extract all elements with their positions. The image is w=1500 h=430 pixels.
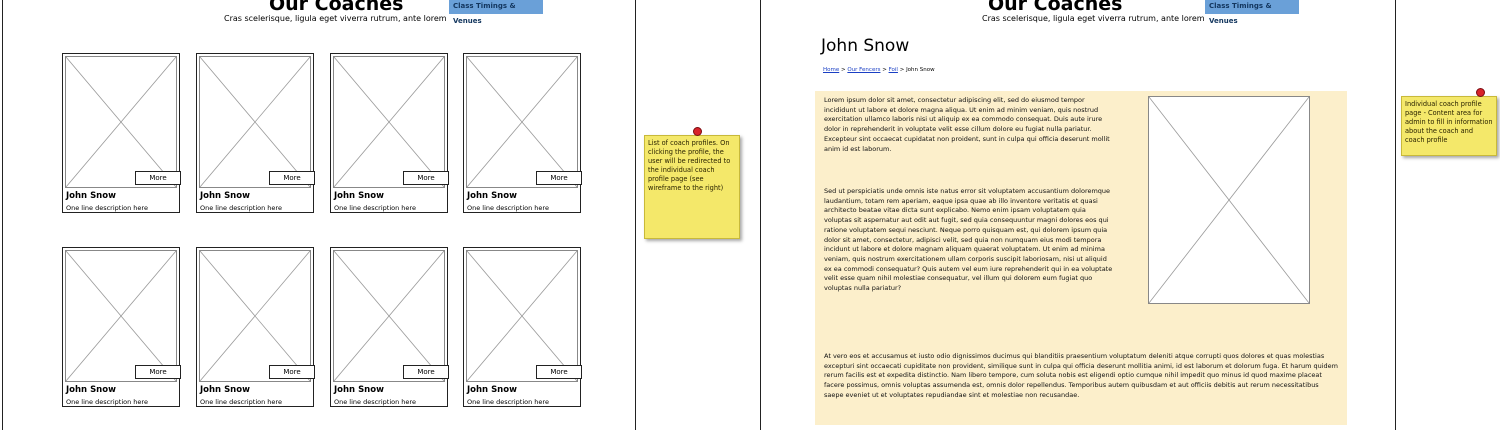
profile-content-area: Lorem ipsum dolor sit amet, consectetur … xyxy=(815,91,1347,425)
nav-tab-class-timings[interactable]: Class Timings & Venues xyxy=(449,0,543,25)
more-button[interactable]: More xyxy=(403,171,449,185)
coach-description: One line description here xyxy=(200,204,282,212)
more-button[interactable]: More xyxy=(536,365,582,379)
coach-name: John Snow xyxy=(334,191,384,201)
coach-description: One line description here xyxy=(467,204,549,212)
pin-icon xyxy=(693,127,702,136)
coach-description: One line description here xyxy=(66,398,148,406)
coach-photo-placeholder xyxy=(65,250,177,382)
coach-photo-placeholder xyxy=(466,250,578,382)
coach-photo-placeholder xyxy=(466,56,578,188)
coach-profile-name: John Snow xyxy=(821,36,910,56)
more-button[interactable]: More xyxy=(269,171,315,185)
breadcrumb-separator: > xyxy=(897,67,907,73)
coach-list-wireframe: Our Coaches Cras scelerisque, ligula ege… xyxy=(2,0,636,430)
coach-description: One line description here xyxy=(334,398,416,406)
annotation-note-coach-profile: Individual coach profile page - Content … xyxy=(1401,96,1497,156)
coach-card[interactable]: More John Snow One line description here xyxy=(196,247,315,407)
coach-name: John Snow xyxy=(467,191,517,201)
page-subtitle: Cras scelerisque, ligula eget viverra ru… xyxy=(982,14,1205,23)
coach-name: John Snow xyxy=(66,191,116,201)
nav-tab-class-timings[interactable]: Class Timings & Venues xyxy=(1205,0,1299,25)
coach-card[interactable]: More John Snow One line description here xyxy=(463,53,582,213)
coach-name: John Snow xyxy=(334,385,384,395)
page-title: Our Coaches xyxy=(988,0,1123,15)
breadcrumb-home-link[interactable]: Home xyxy=(823,67,839,73)
coach-card[interactable]: More John Snow One line description here xyxy=(463,247,582,407)
annotation-note-coach-list: List of coach profiles. On clicking the … xyxy=(644,135,740,239)
more-button[interactable]: More xyxy=(135,171,181,185)
breadcrumb-foil-link[interactable]: Foil xyxy=(889,67,898,73)
coach-name: John Snow xyxy=(200,385,250,395)
coach-card[interactable]: More John Snow One line description here xyxy=(196,53,315,213)
breadcrumb-current: John Snow xyxy=(906,67,935,73)
coach-photo-placeholder xyxy=(1148,96,1310,304)
page-subtitle: Cras scelerisque, ligula eget viverra ru… xyxy=(224,14,447,23)
coach-profile-wireframe: Our Coaches Cras scelerisque, ligula ege… xyxy=(760,0,1396,430)
coach-card[interactable]: More John Snow One line description here xyxy=(330,247,449,407)
profile-paragraph: Sed ut perspiciatis unde omnis iste natu… xyxy=(824,187,1113,293)
more-button[interactable]: More xyxy=(269,365,315,379)
profile-paragraph: At vero eos et accusamus et iusto odio d… xyxy=(824,352,1338,399)
coach-name: John Snow xyxy=(467,385,517,395)
coach-description: One line description here xyxy=(200,398,282,406)
coach-photo-placeholder xyxy=(65,56,177,188)
coach-card[interactable]: More John Snow One line description here xyxy=(330,53,449,213)
breadcrumb-separator: > xyxy=(880,67,889,73)
more-button[interactable]: More xyxy=(135,365,181,379)
coach-photo-placeholder xyxy=(199,56,311,188)
pin-icon xyxy=(1476,88,1485,97)
coach-photo-placeholder xyxy=(199,250,311,382)
page-title: Our Coaches xyxy=(269,0,404,15)
coach-name: John Snow xyxy=(66,385,116,395)
coach-name: John Snow xyxy=(200,191,250,201)
breadcrumb: Home > Our Fencers > Foil > John Snow xyxy=(823,67,935,73)
coach-description: One line description here xyxy=(467,398,549,406)
breadcrumb-fencers-link[interactable]: Our Fencers xyxy=(847,67,880,73)
coach-description: One line description here xyxy=(66,204,148,212)
more-button[interactable]: More xyxy=(403,365,449,379)
coach-card[interactable]: More John Snow One line description here xyxy=(62,247,181,407)
coach-photo-placeholder xyxy=(333,56,445,188)
coach-photo-placeholder xyxy=(333,250,445,382)
more-button[interactable]: More xyxy=(536,171,582,185)
coach-card[interactable]: More John Snow One line description here xyxy=(62,53,181,213)
coach-description: One line description here xyxy=(334,204,416,212)
profile-paragraph: Lorem ipsum dolor sit amet, consectetur … xyxy=(824,96,1110,153)
